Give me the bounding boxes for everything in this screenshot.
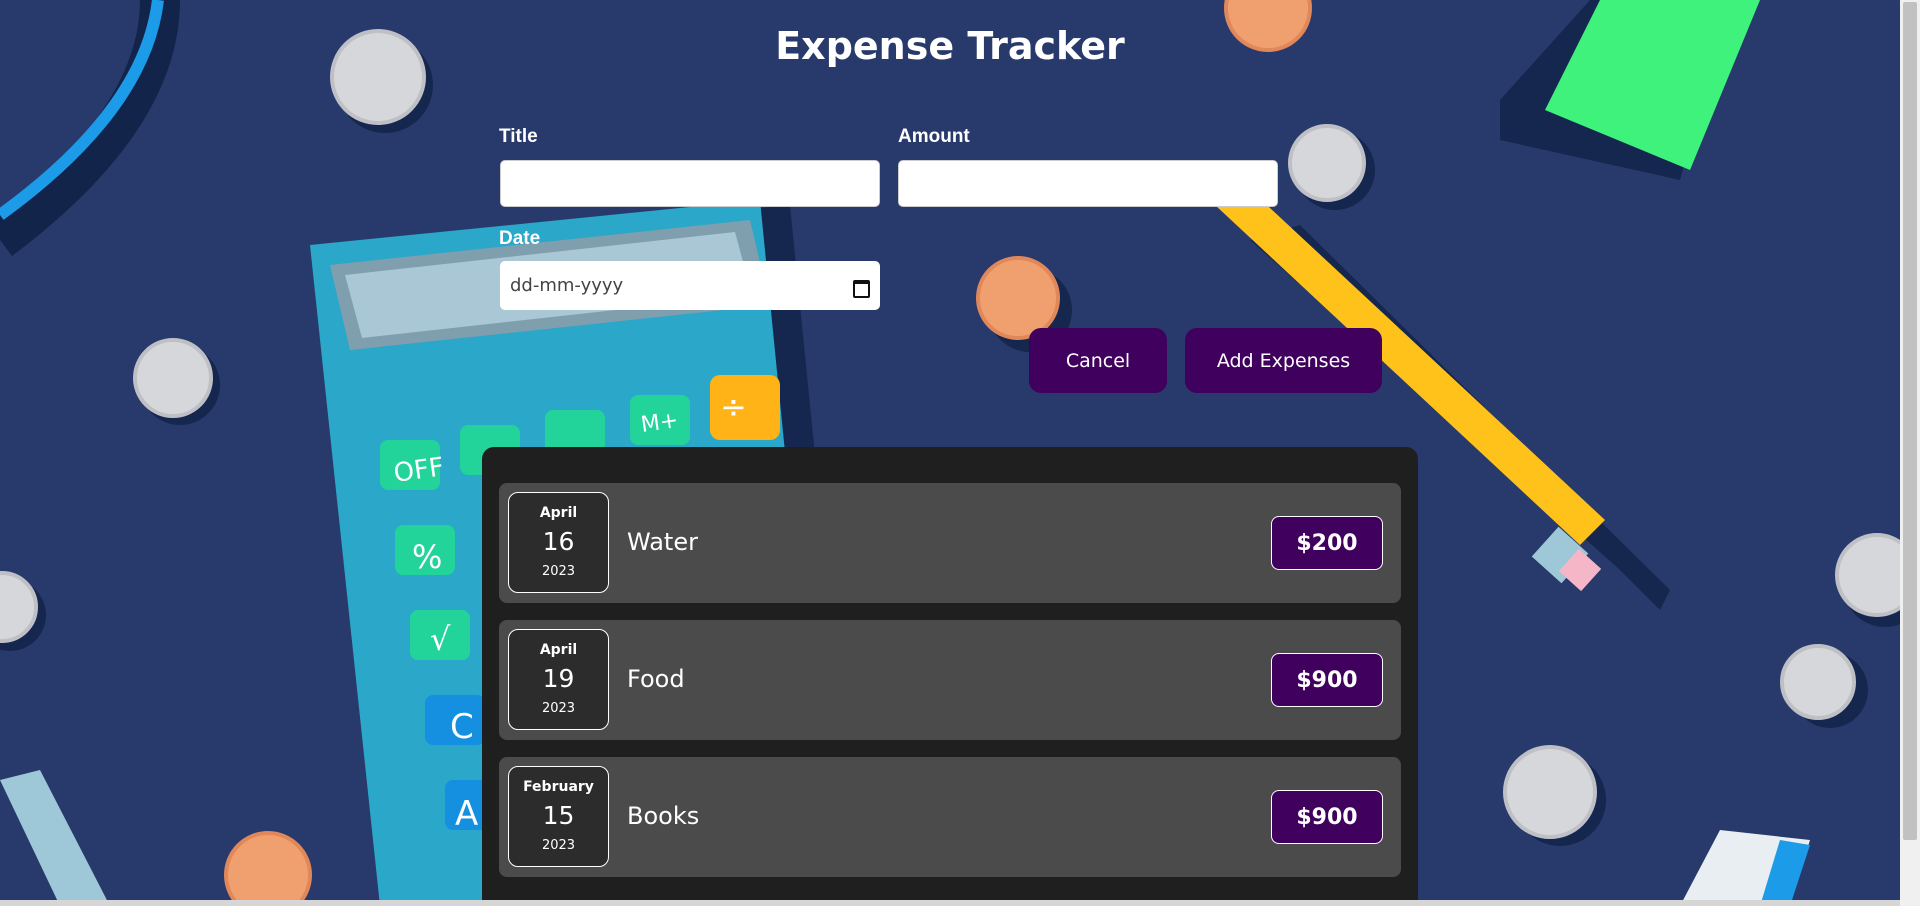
calendar-icon[interactable] — [852, 278, 870, 298]
expense-title: Books — [627, 802, 700, 830]
page-title: Expense Tracker — [775, 24, 1125, 68]
expense-date: April 16 2023 — [508, 492, 609, 593]
expense-date: February 15 2023 — [508, 766, 609, 867]
svg-text:M+: M+ — [639, 408, 680, 438]
expense-amount: $900 — [1271, 790, 1383, 844]
expense-day: 16 — [542, 527, 575, 556]
date-placeholder: dd-mm-yyyy — [510, 275, 624, 296]
expense-item: February 15 2023 Books $900 — [499, 757, 1401, 877]
expense-year: 2023 — [541, 564, 576, 579]
horizontal-scrollbar[interactable] — [0, 900, 1900, 906]
expenses-list: April 16 2023 Water $200 April 19 2023 F… — [482, 447, 1418, 906]
expense-date: April 19 2023 — [508, 629, 609, 730]
add-expenses-button[interactable]: Add Expenses — [1185, 328, 1382, 393]
svg-text:√: √ — [430, 620, 451, 658]
expense-item: April 16 2023 Water $200 — [499, 483, 1401, 603]
expense-month: April — [539, 642, 578, 658]
expense-title: Water — [627, 528, 698, 556]
title-input[interactable] — [500, 160, 880, 207]
expense-month: April — [539, 505, 578, 521]
amount-input[interactable] — [898, 160, 1278, 207]
expense-year: 2023 — [541, 838, 576, 853]
expense-item: April 19 2023 Food $900 — [499, 620, 1401, 740]
svg-text:A: A — [455, 794, 478, 834]
vertical-scrollbar-thumb[interactable] — [1903, 2, 1917, 840]
expense-day: 15 — [542, 801, 575, 830]
svg-text:%: % — [412, 538, 442, 576]
expense-title: Food — [627, 665, 685, 693]
cancel-button[interactable]: Cancel — [1029, 328, 1167, 393]
expense-amount: $200 — [1271, 516, 1383, 570]
expense-month: February — [523, 779, 594, 795]
title-label: Title — [499, 126, 538, 147]
date-input[interactable]: dd-mm-yyyy — [500, 261, 880, 310]
svg-text:÷: ÷ — [720, 388, 747, 426]
expense-day: 19 — [542, 664, 575, 693]
amount-label: Amount — [898, 126, 970, 147]
expense-amount: $900 — [1271, 653, 1383, 707]
svg-text:C: C — [450, 707, 474, 747]
date-label: Date — [499, 228, 541, 249]
expense-year: 2023 — [541, 701, 576, 716]
